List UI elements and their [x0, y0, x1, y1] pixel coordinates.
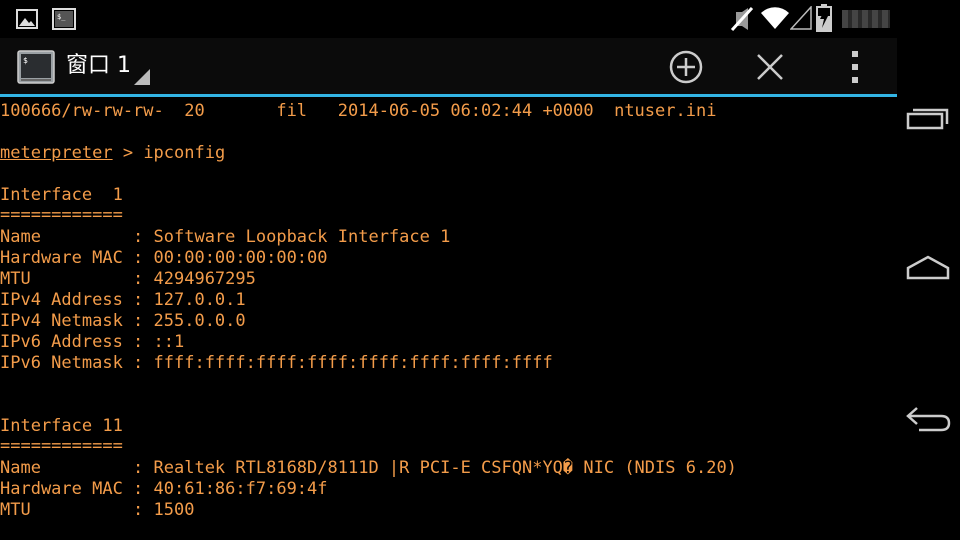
terminal-line: ============: [0, 436, 123, 456]
terminal-line: Interface 1: [0, 185, 123, 205]
wifi-icon: [761, 7, 789, 30]
terminal-line: Hardware MAC : 40:61:86:f7:69:4f: [0, 479, 328, 499]
signal-icon: [790, 6, 812, 30]
recent-apps-icon[interactable]: [903, 94, 953, 144]
close-window-icon[interactable]: [750, 47, 790, 87]
navigation-bar: [897, 0, 960, 540]
android-screen: $_ $ 窗口 1 100666/rw-rw-rw- 20 fil 2014-0…: [0, 0, 960, 540]
window-title[interactable]: 窗口 1: [66, 53, 131, 79]
terminal-line: Hardware MAC : 00:00:00:00:00:00: [0, 248, 328, 268]
add-window-icon[interactable]: [666, 47, 706, 87]
action-bar: $ 窗口 1: [0, 38, 897, 96]
gallery-icon: [16, 9, 38, 29]
prompt-separator: >: [112, 143, 144, 163]
overflow-menu-icon[interactable]: [835, 47, 875, 87]
terminal-line: IPv6 Address : ::1: [0, 332, 185, 352]
terminal-line: Name : Software Loopback Interface 1: [0, 227, 451, 247]
terminal-line: ============: [0, 205, 123, 225]
home-icon[interactable]: [903, 244, 953, 294]
terminal-line: MTU : 4294967295: [0, 269, 256, 289]
mute-icon: [730, 6, 754, 32]
status-bar: $_: [0, 0, 897, 38]
terminal-output[interactable]: 100666/rw-rw-rw- 20 fil 2014-06-05 06:02…: [0, 98, 897, 540]
terminal-line: IPv4 Netmask : 255.0.0.0: [0, 311, 246, 331]
terminal-app-icon[interactable]: $: [17, 50, 55, 84]
svg-text:$: $: [23, 56, 28, 65]
terminal-prompt-line: meterpreter > ipconfig: [0, 143, 225, 164]
battery-charging-icon: [816, 4, 832, 32]
terminal-line: Interface 11: [0, 416, 123, 436]
terminal-line: 100666/rw-rw-rw- 20 fil 2014-06-05 06:02…: [0, 101, 717, 121]
terminal-line: IPv4 Address : 127.0.0.1: [0, 290, 246, 310]
terminal-notification-icon: $_: [52, 8, 76, 30]
terminal-line: Name : Realtek RTL8168D/8111D |R PCI-E C…: [0, 458, 737, 478]
prompt-command: ipconfig: [143, 143, 226, 163]
action-bar-divider: [0, 94, 897, 97]
status-clock: [842, 10, 890, 28]
svg-text:$_: $_: [57, 13, 66, 21]
terminal-line: MTU : 1500: [0, 500, 195, 520]
window-spinner-indicator[interactable]: [134, 69, 150, 85]
terminal-line: IPv6 Netmask : ffff:ffff:ffff:ffff:ffff:…: [0, 353, 553, 373]
prompt-name: meterpreter: [0, 143, 113, 163]
back-icon[interactable]: [903, 394, 953, 444]
